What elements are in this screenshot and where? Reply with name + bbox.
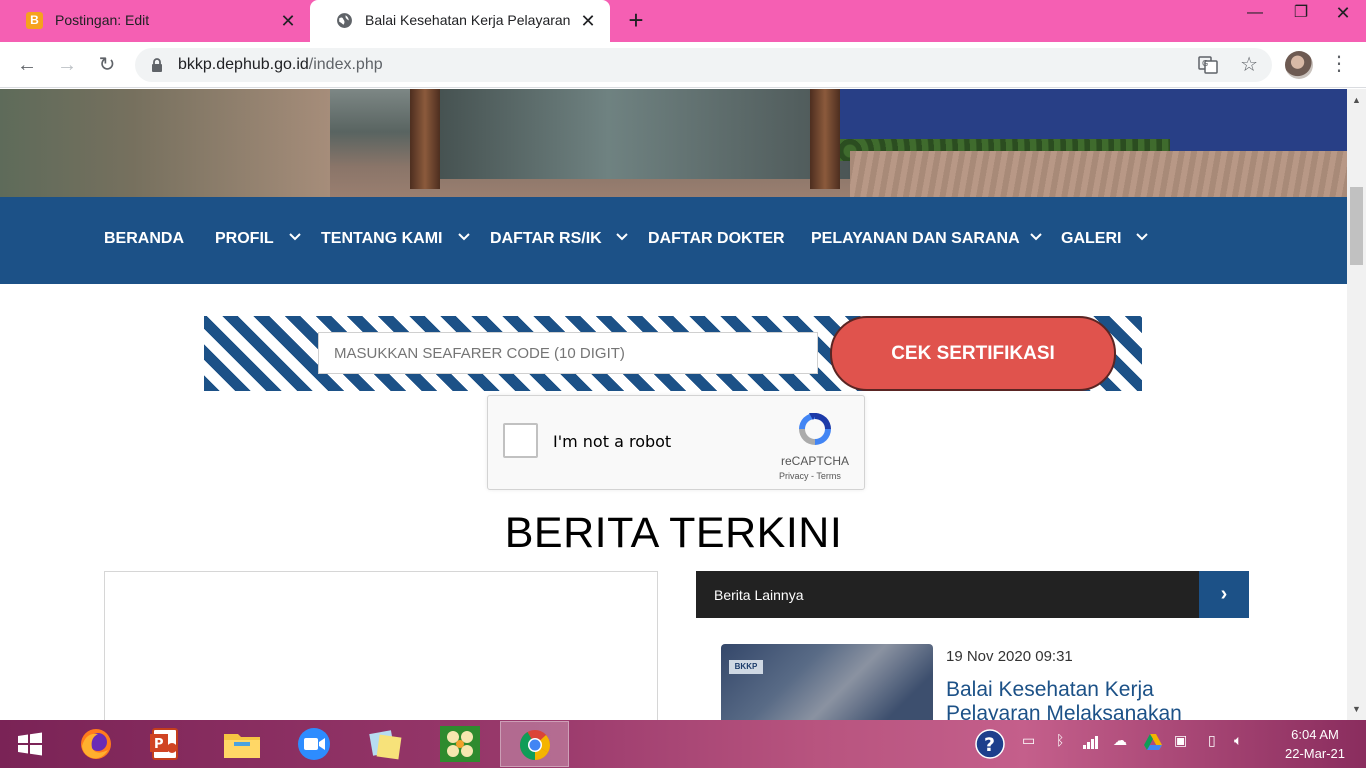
battery-icon[interactable]: ▯ [1208, 732, 1216, 749]
file-explorer-icon[interactable] [218, 724, 266, 764]
chevron-down-icon[interactable] [1135, 230, 1149, 244]
chevron-right-icon[interactable]: › [1199, 571, 1249, 618]
browser-tabstrip: B Postingan: Edit ✕ Balai Kesehatan Kerj… [0, 0, 1366, 42]
nav-item-profil[interactable]: PROFIL [215, 230, 274, 248]
reload-icon[interactable]: ↻ [92, 50, 122, 80]
nav-item-beranda[interactable]: BERANDA [104, 230, 184, 248]
hero-pillar [410, 89, 440, 189]
url-text[interactable]: bkkp.dephub.go.id/index.php [178, 56, 383, 74]
cek-sertifikasi-button[interactable]: CEK SERTIFIKASI [830, 316, 1116, 391]
chrome-taskbar-button[interactable] [500, 721, 569, 767]
nav-item-daftar-rs-ik[interactable]: DAFTAR RS/IK [490, 230, 602, 248]
hero-paving [850, 151, 1347, 197]
tab-title: Balai Kesehatan Kerja Pelayaran [365, 12, 571, 28]
lock-icon[interactable] [149, 57, 165, 73]
url-path: /index.php [308, 56, 383, 73]
main-navigation: BERANDA PROFIL TENTANG KAMI DAFTAR RS/IK… [0, 197, 1347, 284]
news-date: 19 Nov 2020 09:31 [946, 648, 1073, 665]
more-menu-icon[interactable]: ⋮ [1329, 52, 1349, 78]
firefox-icon[interactable] [72, 724, 120, 764]
close-icon[interactable]: ✕ [278, 11, 298, 31]
recaptcha-privacy-link[interactable]: Privacy [779, 471, 809, 481]
chevron-down-icon[interactable] [1029, 230, 1043, 244]
nav-item-pelayanan-dan-sarana[interactable]: PELAYANAN DAN SARANA [811, 230, 1020, 248]
network-disconnected-icon[interactable]: ▣ [1174, 732, 1187, 749]
recaptcha-logo-icon [799, 413, 831, 445]
bluetooth-icon[interactable]: ᛒ [1056, 732, 1064, 748]
start-icon[interactable] [6, 724, 54, 764]
nav-item-galeri[interactable]: GALERI [1061, 230, 1121, 248]
nav-item-tentang-kami[interactable]: TENTANG KAMI [321, 230, 442, 248]
help-icon[interactable]: ? [975, 729, 1005, 759]
news-thumbnail[interactable]: BKKP [721, 644, 933, 720]
windows-taskbar: P ? ▭ ᛒ ☁ ▣ ▯ 🔈︎ 6:04 AM 22-Mar-21 [0, 720, 1366, 768]
sticky-notes-icon[interactable] [362, 724, 410, 764]
svg-text:G: G [1202, 59, 1208, 68]
chevron-down-icon[interactable] [615, 230, 629, 244]
clock-date: 22-Mar-21 [1285, 746, 1345, 761]
translate-icon[interactable]: G [1198, 56, 1218, 74]
close-window-button[interactable]: ✕ [1320, 0, 1366, 30]
photos-app-icon[interactable] [436, 724, 484, 764]
featured-news-card[interactable] [104, 571, 658, 720]
hero-pillar [810, 89, 840, 189]
restore-button[interactable]: ❐ [1278, 0, 1324, 30]
hero-glass-entrance [410, 89, 850, 179]
tab-postingan[interactable]: B Postingan: Edit ✕ [0, 0, 310, 42]
recaptcha-brand: reCAPTCHA [781, 454, 850, 468]
chevron-down-icon[interactable] [457, 230, 471, 244]
powerpoint-icon[interactable]: P [140, 724, 188, 764]
recaptcha-widget: I'm not a robot reCAPTCHA Privacy - Term… [487, 395, 865, 490]
news-header-label: Berita Lainnya [714, 587, 804, 603]
page-viewport: BERANDA PROFIL TENTANG KAMI DAFTAR RS/IK… [0, 89, 1347, 720]
browser-toolbar: ← → ↻ bkkp.dephub.go.id/index.php G ☆ ⋮ [0, 42, 1366, 88]
cloud-sync-icon[interactable]: ☁ [1113, 732, 1127, 749]
news-thumb-logo: BKKP [729, 660, 763, 674]
recaptcha-label: I'm not a robot [553, 432, 672, 451]
news-title-link[interactable]: Balai Kesehatan Kerja Pelayaran Melaksan… [946, 678, 1246, 720]
minimize-button[interactable]: — [1232, 0, 1278, 30]
globe-icon [337, 13, 352, 28]
hero-banner-image [0, 89, 1347, 197]
url-host: bkkp.dephub.go.id [178, 56, 309, 73]
system-clock[interactable]: 6:04 AM 22-Mar-21 [1270, 725, 1360, 763]
seafarer-code-input[interactable] [318, 332, 818, 374]
recaptcha-checkbox[interactable] [503, 423, 538, 458]
clock-time: 6:04 AM [1291, 727, 1339, 742]
scrollbar-thumb[interactable] [1350, 187, 1363, 265]
hero-building-left [0, 89, 330, 197]
nav-item-daftar-dokter[interactable]: DAFTAR DOKTER [648, 230, 785, 248]
volume-icon[interactable]: 🔈︎ [1234, 732, 1242, 749]
bookmark-star-icon[interactable]: ☆ [1240, 52, 1258, 77]
chevron-down-icon[interactable] [288, 230, 302, 244]
news-list-item[interactable]: BKKP 19 Nov 2020 09:31 Balai Kesehatan K… [721, 644, 1249, 720]
zoom-icon[interactable] [290, 724, 338, 764]
blogger-icon: B [26, 12, 43, 29]
tab-title: Postingan: Edit [55, 12, 150, 28]
page-scrollbar[interactable]: ▲ ▼ [1347, 89, 1366, 720]
svg-text:P: P [154, 737, 164, 752]
forward-arrow-icon[interactable]: → [52, 50, 82, 80]
section-title: BERITA TERKINI [504, 509, 843, 557]
recaptcha-terms-link[interactable]: Terms [816, 471, 841, 481]
usb-drive-icon[interactable]: ▭ [1022, 732, 1035, 749]
news-list-header: Berita Lainnya › [696, 571, 1249, 618]
profile-avatar[interactable] [1285, 51, 1313, 79]
address-bar[interactable]: bkkp.dephub.go.id/index.php G ☆ [135, 48, 1272, 82]
chrome-icon [520, 730, 550, 760]
scroll-up-arrow-icon[interactable]: ▲ [1351, 95, 1362, 105]
certificate-check-banner: CEK SERTIFIKASI [204, 316, 1142, 391]
close-icon[interactable]: ✕ [578, 11, 598, 31]
svg-text:?: ? [984, 734, 995, 756]
scroll-down-arrow-icon[interactable]: ▼ [1351, 704, 1362, 714]
new-tab-button[interactable]: + [624, 7, 648, 33]
signal-strength-icon[interactable] [1082, 735, 1100, 749]
google-drive-icon[interactable] [1143, 733, 1163, 751]
back-arrow-icon[interactable]: ← [12, 50, 42, 80]
tab-bkkp[interactable]: Balai Kesehatan Kerja Pelayaran ✕ [310, 0, 610, 42]
recaptcha-links: Privacy - Terms [779, 471, 841, 481]
